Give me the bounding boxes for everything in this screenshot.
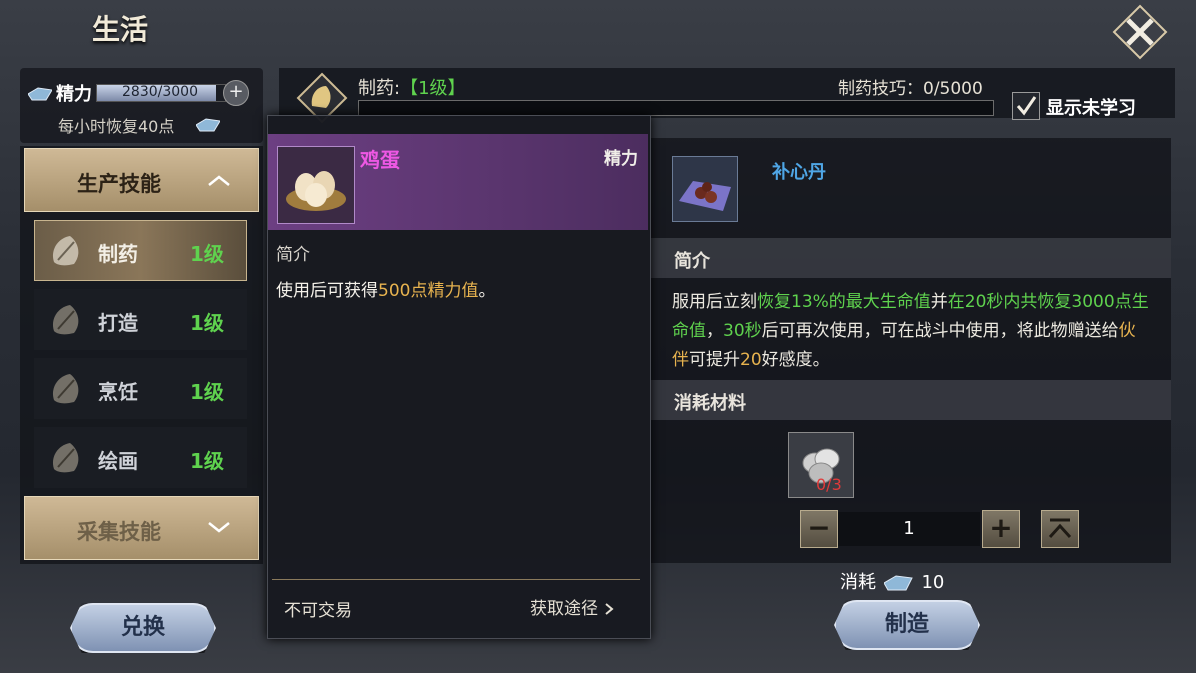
close-icon xyxy=(1112,4,1168,60)
skill-exp-bar xyxy=(358,100,994,116)
cost-value: 10 xyxy=(921,572,945,593)
cooking-icon xyxy=(52,374,79,404)
description-segment: ， xyxy=(706,321,723,341)
obtain-source-link[interactable]: 获取途径 xyxy=(530,594,615,619)
description-segment: 可提升 xyxy=(689,350,740,370)
tooltip-item-tag: 精力 xyxy=(604,149,638,169)
description-segment: 恢复13%的最大生命值 xyxy=(757,292,931,312)
skill-name: 烹饪 xyxy=(98,380,138,404)
item-icon xyxy=(672,156,738,222)
stamina-value: 2830/3000 xyxy=(122,84,198,100)
stamina-recover-text: 每小时恢复40点 xyxy=(58,117,175,136)
add-stamina-button[interactable]: + xyxy=(223,80,249,106)
decrease-quantity-button[interactable]: − xyxy=(800,510,838,548)
skill-level: 1级 xyxy=(190,242,224,266)
untradable-label: 不可交易 xyxy=(284,601,352,621)
max-quantity-button[interactable] xyxy=(1041,510,1079,548)
intro-section-bar xyxy=(650,238,1171,278)
intro-label: 简介 xyxy=(674,251,710,272)
stamina-gem-icon xyxy=(196,118,220,132)
herb-icon xyxy=(52,236,79,266)
materials-label: 消耗材料 xyxy=(674,393,746,414)
item-description: 服用后立刻恢复13%的最大生命值并在20秒内共恢复3000点生命值，30秒后可再… xyxy=(672,288,1152,375)
skill-level: 1级 xyxy=(190,311,224,335)
description-segment: 好感度。 xyxy=(761,350,830,370)
item-name: 补心丹 xyxy=(772,162,826,183)
brush-icon xyxy=(52,443,79,473)
show-unlearned-checkbox[interactable] xyxy=(1012,92,1040,120)
chevron-up-icon xyxy=(208,175,230,186)
chevron-right-icon xyxy=(605,603,614,615)
quantity-input[interactable]: 1 xyxy=(838,512,980,546)
description-segment: 后可再次使用，可在战斗中使用，将此物赠送给 xyxy=(761,321,1119,341)
skill-title: 制药:【1级】 xyxy=(358,78,466,99)
gathering-skills-label: 采集技能 xyxy=(77,520,161,544)
checkmark-icon xyxy=(1016,96,1037,116)
skill-exp-text: 制药技巧：0/5000 xyxy=(838,79,983,99)
stamina-label: 精力 xyxy=(56,84,92,105)
cost-label: 消耗 xyxy=(840,572,876,593)
skill-name: 制药 xyxy=(98,242,138,266)
description-segment: 并 xyxy=(930,292,948,312)
craft-cost: 消耗 10 xyxy=(840,568,944,594)
description-segment: 20 xyxy=(740,350,762,370)
description-segment: 服用后立刻 xyxy=(672,292,757,312)
hammer-icon xyxy=(52,305,79,335)
increase-quantity-button[interactable]: + xyxy=(982,510,1020,548)
stamina-gem-icon xyxy=(28,87,52,101)
skill-level: 1级 xyxy=(190,380,224,404)
skill-level: 1级 xyxy=(190,449,224,473)
production-skills-label: 生产技能 xyxy=(77,172,161,196)
max-icon xyxy=(1048,518,1072,539)
chevron-down-icon xyxy=(208,522,230,533)
exchange-button[interactable]: 兑换 xyxy=(70,603,216,653)
tooltip-description: 使用后可获得500点精力值。 xyxy=(276,281,496,301)
tooltip-divider xyxy=(272,579,640,580)
close-button[interactable] xyxy=(1112,4,1168,60)
description-segment: 30秒 xyxy=(723,321,762,341)
craft-button[interactable]: 制造 xyxy=(834,600,980,650)
material-count: 0/3 xyxy=(816,475,842,494)
tooltip-item-name: 鸡蛋 xyxy=(360,148,400,172)
skill-name: 绘画 xyxy=(98,449,138,473)
egg-icon xyxy=(286,171,346,211)
tooltip-intro-label: 简介 xyxy=(276,245,310,265)
stamina-gem-icon xyxy=(883,575,913,591)
skill-name: 打造 xyxy=(98,311,138,335)
tooltip-item-icon xyxy=(277,146,355,224)
pill-item-icon xyxy=(679,181,731,211)
page-title: 生活 xyxy=(92,13,149,46)
show-unlearned-label: 显示未学习 xyxy=(1046,98,1136,119)
